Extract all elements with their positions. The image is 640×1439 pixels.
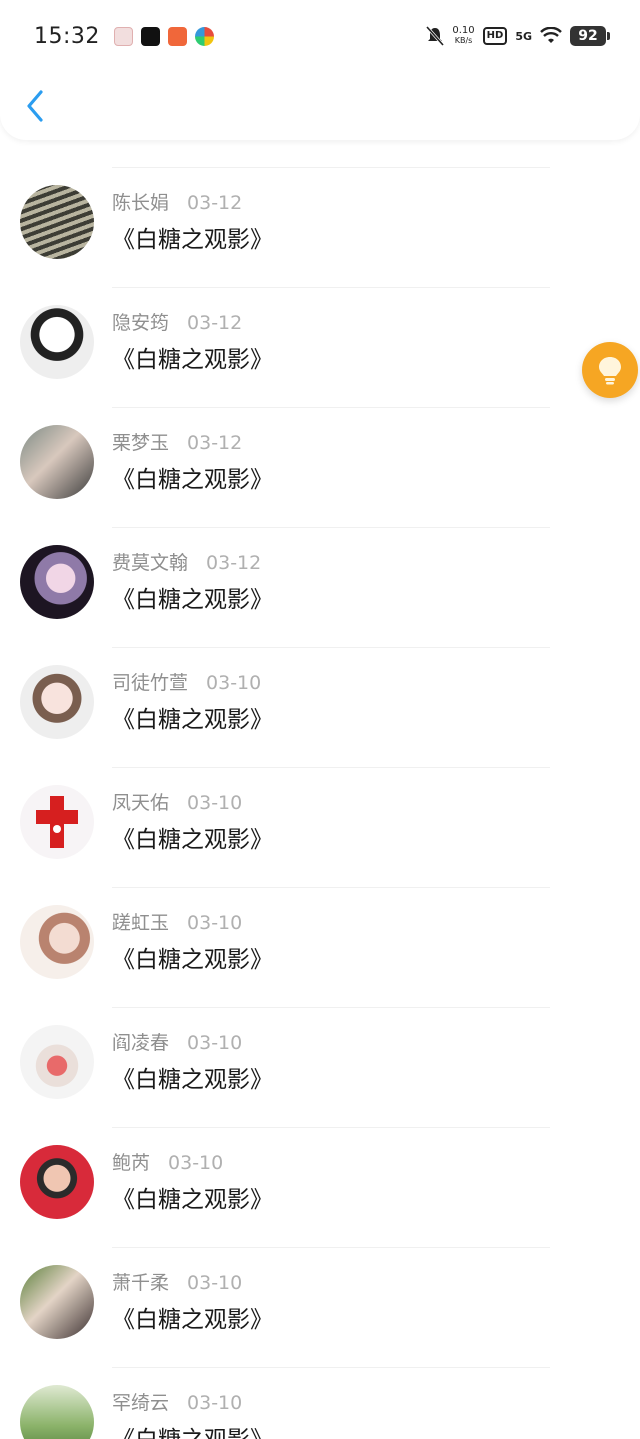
comment-date: 03-12 [206, 552, 262, 574]
comment-date: 03-10 [187, 912, 243, 934]
network-label: 5G [515, 29, 532, 43]
list-item[interactable]: 隐安筠 03-12 《白糖之观影》 [0, 288, 640, 408]
list-item[interactable]: 萧千柔 03-10 《白糖之观影》 [0, 1248, 640, 1368]
mute-bell-icon [426, 26, 445, 46]
comment-text: 《白糖之观影》 [112, 587, 273, 613]
avatar[interactable] [20, 1265, 94, 1339]
comment-date: 03-12 [187, 192, 243, 214]
list-item[interactable]: 栗梦玉 03-12 《白糖之观影》 [0, 408, 640, 528]
comment-text: 《白糖之观影》 [112, 827, 273, 853]
comment-date: 03-10 [187, 1032, 243, 1054]
comment-date: 03-10 [187, 792, 243, 814]
comment-date: 03-10 [206, 672, 262, 694]
top-bar: 15:32 0.10 KB/s HD 5G 92 [0, 0, 640, 140]
comment-text: 《白糖之观影》 [112, 227, 273, 253]
status-time: 15:32 [34, 23, 100, 49]
avatar[interactable] [20, 665, 94, 739]
tiktok-icon [140, 26, 160, 46]
list-item[interactable]: 罕绮云 03-10 《白糖之观影》 [0, 1368, 640, 1439]
user-name[interactable]: 鲍芮 [112, 1148, 150, 1175]
comment-text: 《白糖之观影》 [112, 1067, 273, 1093]
list-item[interactable]: 费莫文翰 03-12 《白糖之观影》 [0, 528, 640, 648]
user-name[interactable]: 蹉虹玉 [112, 908, 169, 935]
list-item[interactable]: 凤天佑 03-10 《白糖之观影》 [0, 768, 640, 888]
floating-hint-button[interactable] [582, 342, 638, 398]
avatar[interactable] [20, 1385, 94, 1439]
avatar[interactable] [20, 1025, 94, 1099]
user-name[interactable]: 费莫文翰 [112, 548, 188, 575]
comment-text: 《白糖之观影》 [112, 947, 273, 973]
list-item[interactable]: 蹉虹玉 03-10 《白糖之观影》 [0, 888, 640, 1008]
comment-text: 《白糖之观影》 [112, 1307, 273, 1333]
user-name[interactable]: 栗梦玉 [112, 428, 169, 455]
net-speed-unit: KB/s [454, 36, 473, 45]
user-name[interactable]: 隐安筠 [112, 308, 169, 335]
user-name[interactable]: 凤天佑 [112, 788, 169, 815]
avatar[interactable] [20, 785, 94, 859]
red-cross-icon [36, 796, 78, 848]
comment-date: 03-10 [187, 1272, 243, 1294]
user-name[interactable]: 萧千柔 [112, 1268, 169, 1295]
list-item[interactable]: 阎凌春 03-10 《白糖之观影》 [0, 1008, 640, 1128]
list-item[interactable]: 鲍芮 03-10 《白糖之观影》 [0, 1128, 640, 1248]
chevron-left-icon [27, 90, 43, 122]
back-button[interactable] [20, 86, 50, 126]
comment-text: 《白糖之观影》 [112, 347, 273, 373]
app-notification-icon [113, 26, 133, 46]
comment-date: 03-12 [187, 312, 243, 334]
app-notification-icon [167, 26, 187, 46]
comment-text: 《白糖之观影》 [112, 1420, 273, 1439]
app-notification-icon [194, 26, 214, 46]
list-item[interactable]: 司徒竹萱 03-10 《白糖之观影》 [0, 648, 640, 768]
battery-icon: 92 [570, 26, 610, 46]
avatar[interactable] [20, 1145, 94, 1219]
comment-text: 《白糖之观影》 [112, 1187, 273, 1213]
avatar[interactable] [20, 185, 94, 259]
comment-date: 03-12 [187, 432, 243, 454]
comment-date: 03-10 [187, 1392, 243, 1414]
list-item[interactable]: 陈长娟 03-12 《白糖之观影》 [0, 168, 640, 288]
user-name[interactable]: 陈长娟 [112, 188, 169, 215]
lightbulb-icon [599, 357, 621, 385]
avatar[interactable] [20, 545, 94, 619]
net-speed: 0.10 KB/s [452, 26, 474, 46]
user-name[interactable]: 司徒竹萱 [112, 668, 188, 695]
avatar[interactable] [20, 305, 94, 379]
net-speed-value: 0.10 [452, 25, 475, 36]
user-name[interactable]: 罕绮云 [112, 1388, 169, 1415]
avatar[interactable] [20, 905, 94, 979]
comment-text: 《白糖之观影》 [112, 467, 273, 493]
comment-date: 03-10 [168, 1152, 224, 1174]
user-name[interactable]: 阎凌春 [112, 1028, 169, 1055]
screen: 陈长娟 03-12 《白糖之观影》 隐安筠 03-12 《白糖之观影》 栗梦玉 03-… [0, 0, 640, 1439]
status-bar: 15:32 0.10 KB/s HD 5G 92 [34, 18, 610, 54]
avatar[interactable] [20, 425, 94, 499]
comment-text: 《白糖之观影》 [112, 707, 273, 733]
wifi-icon [540, 27, 562, 43]
hd-badge: HD [482, 27, 508, 45]
